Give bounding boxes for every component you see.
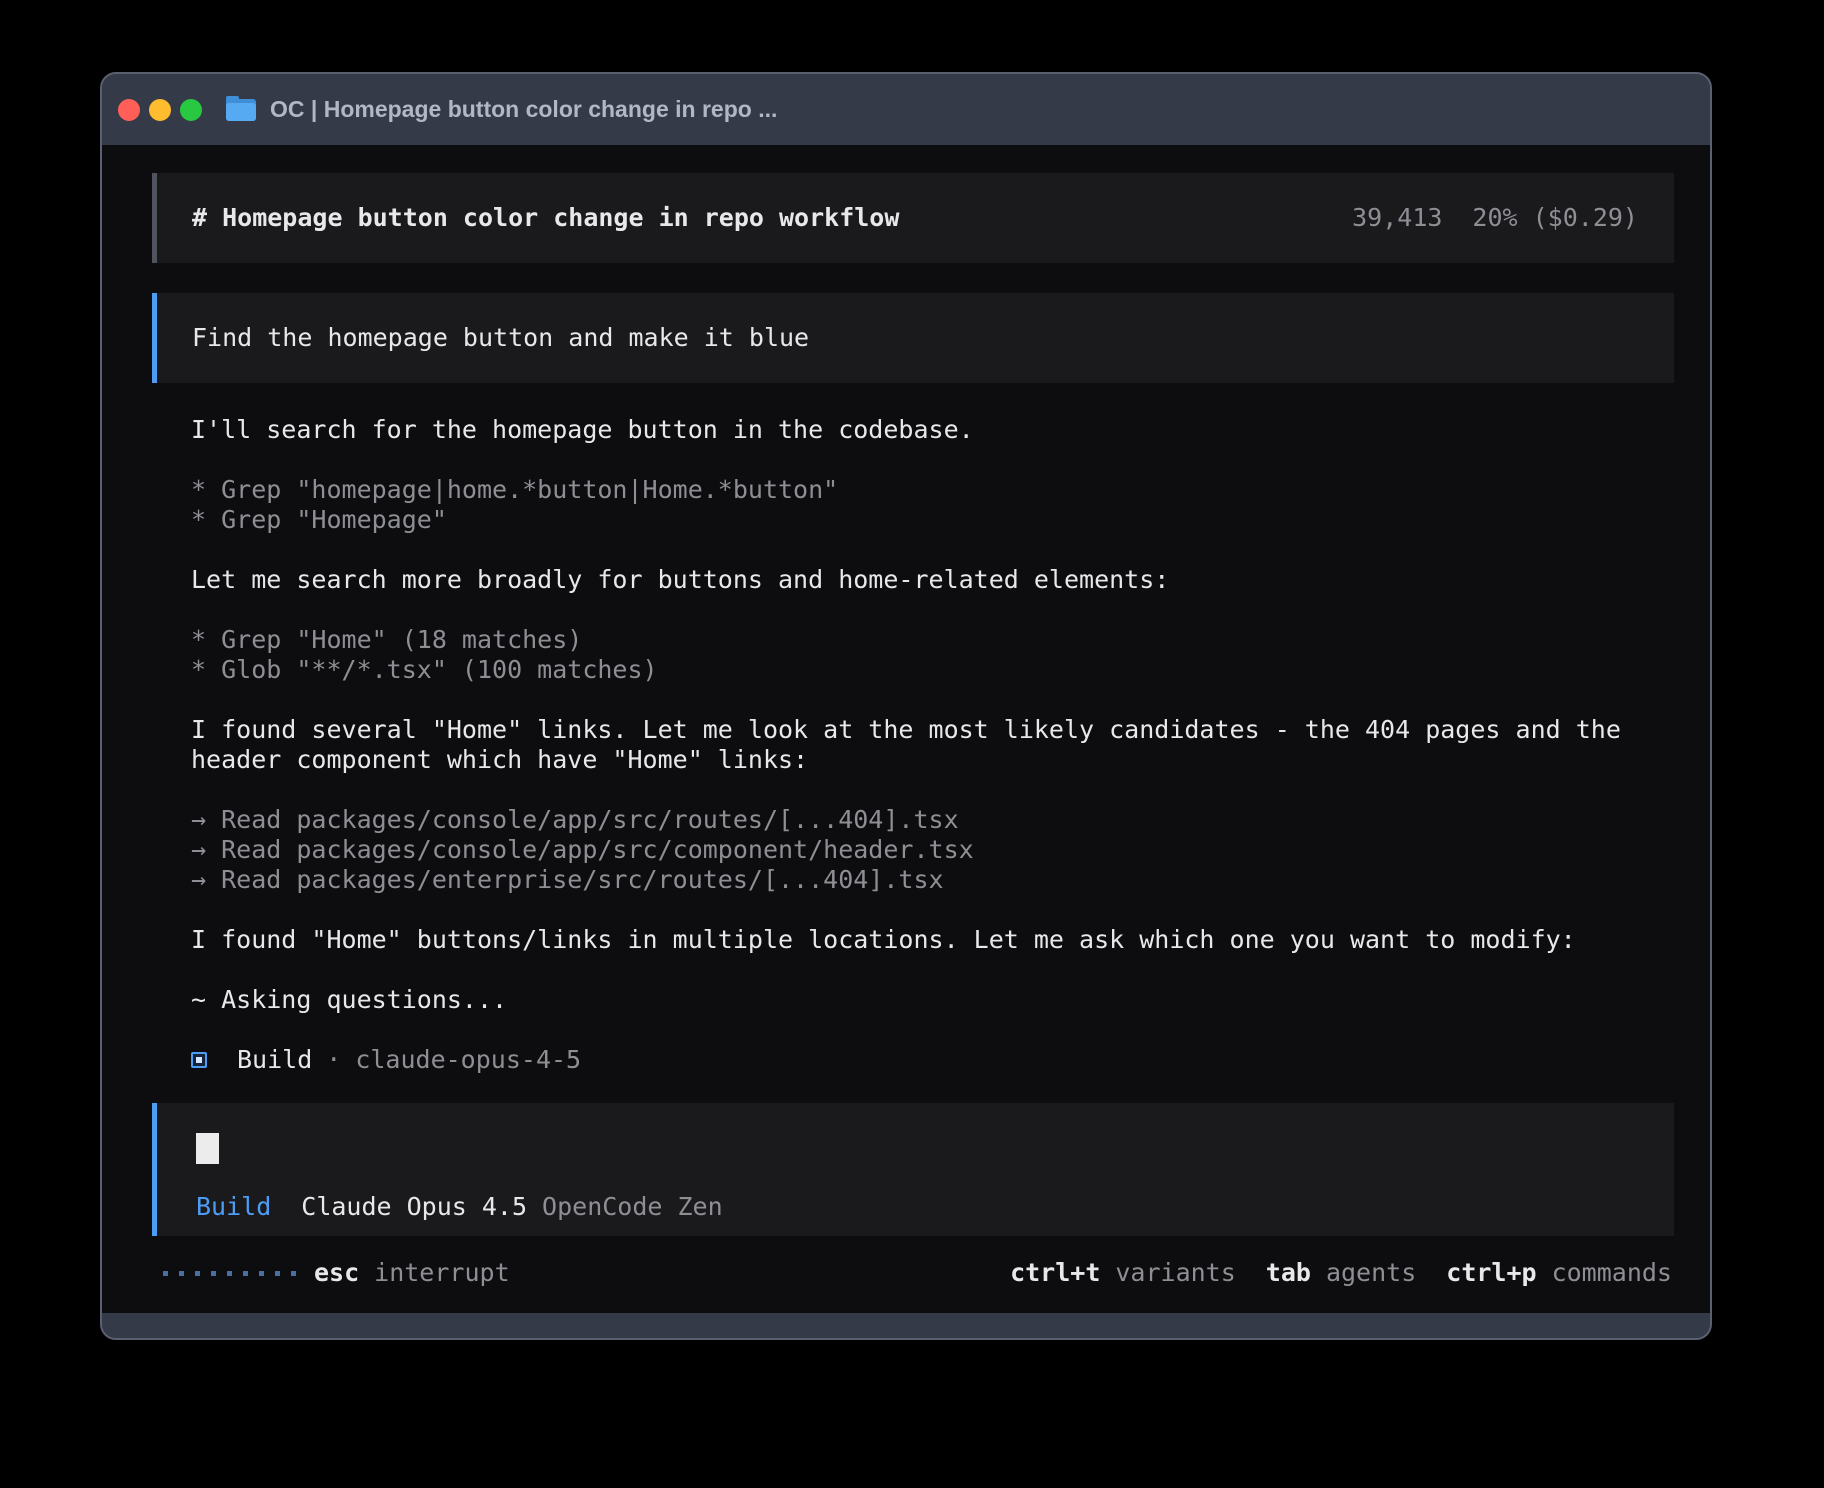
transcript-line: I found several "Home" links. Let me loo… [191, 715, 1674, 775]
session-title: # Homepage button color change in repo w… [192, 203, 899, 233]
spinner-dots [163, 1271, 296, 1276]
input-meta: Build Claude Opus 4.5 OpenCode Zen [196, 1192, 1638, 1222]
titlebar[interactable]: OC | Homepage button color change in rep… [102, 74, 1710, 145]
interrupt-key: esc [314, 1258, 359, 1288]
session-header: # Homepage button color change in repo w… [152, 173, 1674, 263]
traffic-lights [118, 99, 202, 121]
transcript-line: * Grep "homepage|home.*button|Home.*butt… [191, 475, 1674, 505]
minimize-button[interactable] [149, 99, 171, 121]
status-bar: esc interrupt ctrl+t variants tab agents… [152, 1258, 1674, 1288]
hint-label: variants [1115, 1258, 1235, 1288]
terminal-content: # Homepage button color change in repo w… [102, 145, 1710, 1313]
input-mode[interactable]: Build [196, 1192, 271, 1222]
transcript-line: ~ Asking questions... [191, 985, 1674, 1015]
transcript-line [191, 685, 1674, 715]
status-left: esc interrupt [163, 1258, 510, 1288]
transcript-line [191, 445, 1674, 475]
transcript-line [191, 535, 1674, 565]
agent-separator: · [326, 1045, 341, 1075]
keyboard-hints: ctrl+t variants tab agents ctrl+p comman… [1010, 1258, 1672, 1288]
prompt-input[interactable]: Build Claude Opus 4.5 OpenCode Zen [152, 1103, 1674, 1236]
transcript-line [191, 775, 1674, 805]
session-stats: 39,413 20% ($0.29) [1352, 203, 1638, 233]
text-cursor [196, 1133, 219, 1164]
hint-key: ctrl+p [1446, 1258, 1536, 1288]
folder-icon [226, 99, 256, 121]
interrupt-label: interrupt [374, 1258, 509, 1288]
keyboard-hint: ctrl+p commands [1446, 1258, 1672, 1288]
transcript-line: I found "Home" buttons/links in multiple… [191, 925, 1674, 955]
hint-label: commands [1552, 1258, 1672, 1288]
transcript-line: → Read packages/console/app/src/routes/[… [191, 805, 1674, 835]
agent-status-line: Build · claude-opus-4-5 [191, 1045, 1674, 1075]
app-window: OC | Homepage button color change in rep… [100, 72, 1712, 1340]
window-bottom-edge [102, 1313, 1710, 1338]
transcript-line: I'll search for the homepage button in t… [191, 415, 1674, 445]
transcript-line: → Read packages/enterprise/src/routes/[.… [191, 865, 1674, 895]
hint-key: tab [1266, 1258, 1311, 1288]
agent-model: claude-opus-4-5 [355, 1045, 581, 1075]
keyboard-hint: tab agents [1266, 1258, 1416, 1288]
keyboard-hint: ctrl+t variants [1010, 1258, 1236, 1288]
hint-label: agents [1326, 1258, 1416, 1288]
token-count: 39,413 [1352, 203, 1442, 233]
user-message: Find the homepage button and make it blu… [152, 293, 1674, 383]
transcript-line [191, 895, 1674, 925]
transcript-line: * Glob "**/*.tsx" (100 matches) [191, 655, 1674, 685]
close-button[interactable] [118, 99, 140, 121]
window-title: OC | Homepage button color change in rep… [270, 96, 777, 123]
transcript-line: Let me search more broadly for buttons a… [191, 565, 1674, 595]
hint-key: ctrl+t [1010, 1258, 1100, 1288]
user-message-text: Find the homepage button and make it blu… [192, 323, 809, 353]
transcript-line: * Grep "Home" (18 matches) [191, 625, 1674, 655]
zoom-button[interactable] [180, 99, 202, 121]
context-cost: 20% ($0.29) [1472, 203, 1638, 233]
agent-icon [191, 1052, 207, 1068]
transcript-line [191, 955, 1674, 985]
transcript-line [191, 595, 1674, 625]
input-model[interactable]: Claude Opus 4.5 [301, 1192, 527, 1222]
transcript-line: * Grep "Homepage" [191, 505, 1674, 535]
assistant-transcript: I'll search for the homepage button in t… [191, 415, 1674, 1015]
input-provider: OpenCode Zen [542, 1192, 723, 1222]
transcript-line: → Read packages/console/app/src/componen… [191, 835, 1674, 865]
agent-name: Build [237, 1045, 312, 1075]
